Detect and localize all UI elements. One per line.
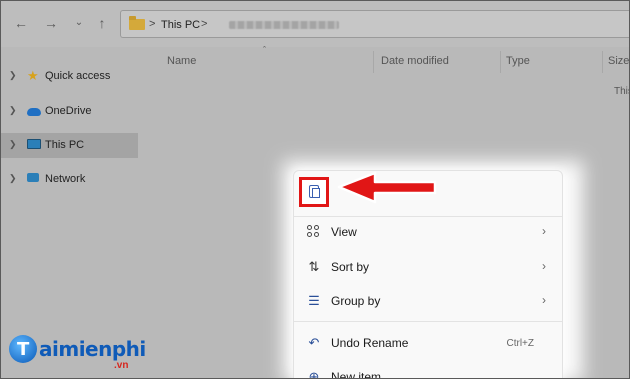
sidebar-item-onedrive[interactable]: ❯ OneDrive — [1, 99, 138, 124]
column-header-name[interactable]: Name — [167, 55, 196, 67]
chevron-right-icon: › — [542, 293, 546, 307]
partial-item-text: This — [614, 86, 629, 97]
up-arrow-icon[interactable]: ↑ — [94, 15, 110, 31]
column-divider[interactable] — [500, 51, 501, 73]
sort-caret-icon: ˆ — [263, 45, 266, 55]
column-header-size[interactable]: Size — [608, 55, 629, 67]
file-explorer-window: ← → ⌄ ↑ > This PC > ˆ Name Date modified… — [0, 0, 630, 379]
annotation-arrow-icon — [337, 171, 437, 204]
breadcrumb-this-pc[interactable]: This PC — [161, 19, 200, 31]
menu-item-label: Sort by — [331, 260, 370, 274]
menu-item-sort-by[interactable]: ⇅ Sort by › — [294, 251, 562, 283]
sort-icon: ⇅ — [308, 259, 320, 274]
monitor-icon — [27, 139, 41, 149]
sidebar-item-label: Quick access — [45, 70, 111, 82]
column-divider[interactable] — [373, 51, 374, 73]
menu-item-label: Undo Rename — [331, 336, 409, 350]
chevron-right-icon: › — [542, 259, 546, 273]
blurred-breadcrumb — [229, 21, 339, 29]
watermark-text: aimienphi — [39, 337, 146, 361]
chevron-right-icon: › — [542, 224, 546, 238]
column-header-date-modified[interactable]: Date modified — [381, 55, 449, 67]
menu-item-label: New item — [331, 370, 382, 379]
paste-button[interactable] — [299, 177, 329, 207]
add-icon: ⊕ — [308, 369, 320, 379]
sidebar-item-label: OneDrive — [45, 105, 92, 117]
undo-icon: ↶ — [308, 335, 320, 350]
menu-item-label: View — [331, 225, 357, 239]
menu-item-group-by[interactable]: ☰ Group by › — [294, 285, 562, 317]
menu-item-label: Group by — [331, 294, 381, 308]
network-icon — [27, 173, 39, 182]
watermark-suffix: .vn — [114, 360, 129, 371]
sidebar-item-label: Network — [45, 173, 86, 185]
navigation-bar: ← → ⌄ ↑ > This PC > — [1, 1, 629, 47]
star-icon: ★ — [27, 68, 39, 83]
taimienphi-watermark: T aimienphi .vn — [9, 335, 149, 375]
address-bar[interactable]: > This PC > — [120, 10, 629, 38]
back-arrow-icon[interactable]: ← — [13, 15, 29, 31]
cloud-icon — [27, 108, 41, 116]
column-divider[interactable] — [602, 51, 603, 73]
sidebar-item-label: This PC — [45, 139, 85, 151]
view-grid-icon — [307, 225, 321, 239]
recent-chevron-down-icon[interactable]: ⌄ — [71, 15, 87, 31]
paste-icon — [309, 185, 320, 198]
breadcrumb-separator: > — [149, 18, 156, 30]
menu-item-undo-rename[interactable]: ↶ Undo Rename Ctrl+Z — [294, 327, 562, 359]
group-icon: ☰ — [308, 293, 320, 308]
chevron-right-icon[interactable]: ❯ — [9, 173, 17, 184]
shortcut-label: Ctrl+Z — [506, 338, 535, 349]
menu-item-new-item[interactable]: ⊕ New item — [294, 361, 562, 379]
chevron-right-icon[interactable]: ❯ — [9, 70, 17, 81]
folder-icon — [129, 16, 145, 30]
breadcrumb-separator: > — [201, 18, 208, 30]
chevron-right-icon[interactable]: ❯ — [9, 139, 17, 150]
watermark-initial: T — [17, 339, 30, 360]
chevron-right-icon[interactable]: ❯ — [9, 105, 17, 116]
column-header-type[interactable]: Type — [506, 55, 530, 67]
menu-divider — [294, 321, 562, 322]
forward-arrow-icon[interactable]: → — [43, 15, 59, 31]
menu-item-view[interactable]: View › — [294, 216, 562, 248]
sidebar-item-network[interactable]: ❯ Network — [1, 167, 138, 192]
sidebar-item-quick-access[interactable]: ❯ ★ Quick access — [1, 64, 138, 89]
sidebar-item-this-pc[interactable]: ❯ This PC — [1, 133, 138, 158]
